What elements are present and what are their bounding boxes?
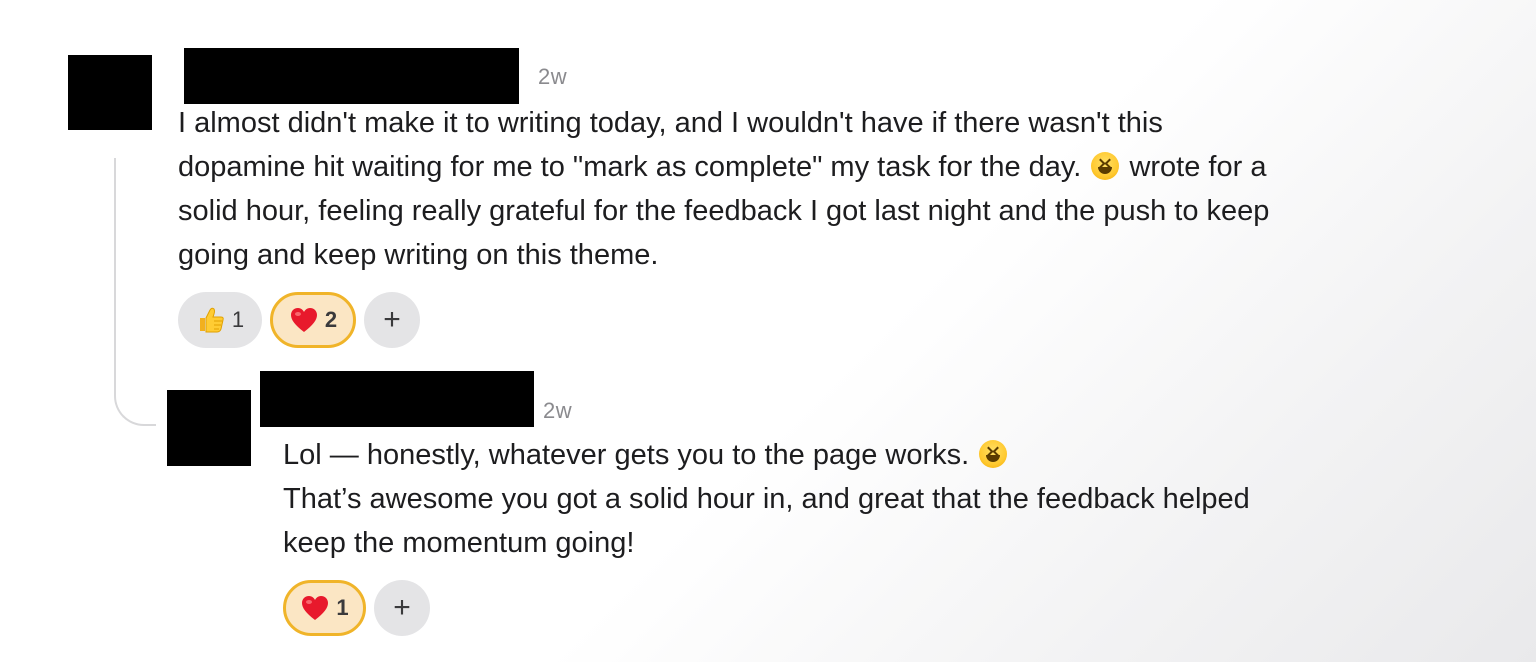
reaction-heart[interactable]: 2 <box>270 292 356 348</box>
author-name-redacted[interactable] <box>260 371 534 427</box>
grinning-squinting-face-icon <box>1091 152 1120 180</box>
reaction-bar: 1 2 + <box>178 292 420 348</box>
comment-timestamp: 2w <box>543 398 573 423</box>
comment-line-text: Lol — honestly, whatever gets you to the… <box>283 439 970 471</box>
thread-connector-line <box>114 158 156 426</box>
reaction-heart[interactable]: 1 <box>283 580 366 636</box>
comment-line-text: wrote for a <box>1121 151 1267 183</box>
comment-text: Lol — honestly, whatever gets you to the… <box>283 433 1483 565</box>
comment-line-text: dopamine hit waiting for me to "mark as … <box>178 151 1082 183</box>
add-reaction-button[interactable]: + <box>374 580 430 636</box>
avatar[interactable] <box>68 55 152 130</box>
comment-line: I almost didn't make it to writing today… <box>178 107 1163 139</box>
reaction-count: 1 <box>231 307 245 332</box>
heart-icon <box>290 308 317 332</box>
comment-text: I almost didn't make it to writing today… <box>178 101 1478 277</box>
comment-line: dopamine hit waiting for me to "mark as … <box>178 145 1478 189</box>
add-reaction-button[interactable]: + <box>364 292 420 348</box>
reaction-bar: 1 + <box>283 580 430 636</box>
reaction-count: 2 <box>324 307 338 332</box>
comment-line: keep the momentum going! <box>283 527 635 559</box>
comment-line: going and keep writing on this theme. <box>178 239 659 271</box>
thumbs-up-icon <box>199 307 224 333</box>
comment-line: Lol — honestly, whatever gets you to the… <box>283 433 1483 477</box>
author-name-redacted[interactable] <box>184 48 519 104</box>
grinning-squinting-face-icon <box>979 440 1008 468</box>
comment-line: solid hour, feeling really grateful for … <box>178 195 1270 227</box>
comment-line: That’s awesome you got a solid hour in, … <box>283 483 1250 515</box>
heart-icon <box>302 596 329 620</box>
avatar[interactable] <box>167 390 251 466</box>
comment-timestamp: 2w <box>538 64 568 89</box>
reaction-thumbs-up[interactable]: 1 <box>178 292 262 348</box>
reaction-count: 1 <box>336 595 349 620</box>
